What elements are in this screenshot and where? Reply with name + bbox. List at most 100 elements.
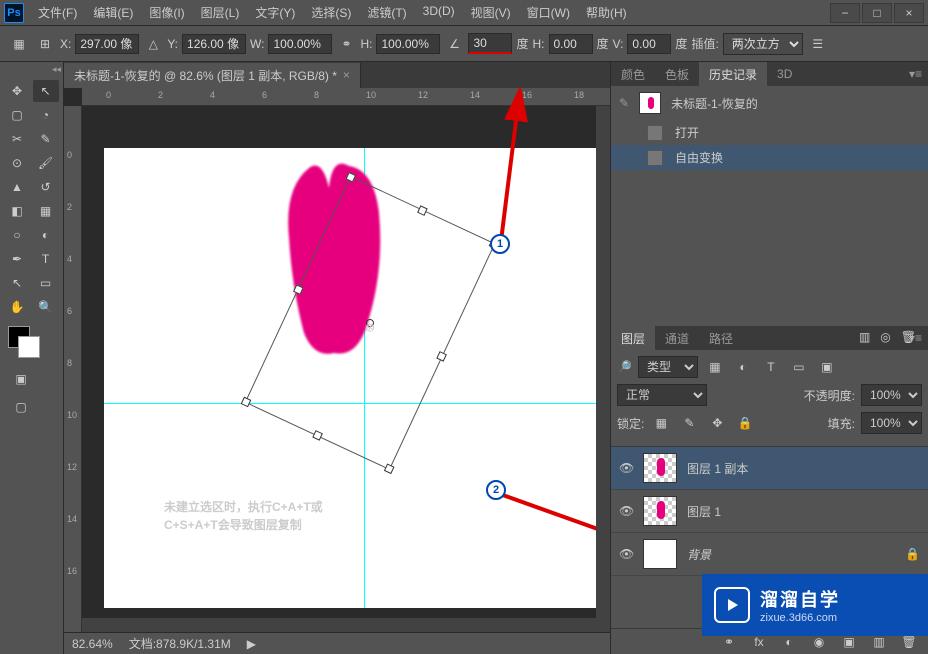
visibility-icon[interactable]: 👁 bbox=[619, 461, 633, 475]
panel-tab[interactable]: 3D bbox=[767, 63, 802, 85]
menu-v[interactable]: 视图(V) bbox=[463, 0, 519, 25]
delete-state-icon[interactable]: 🗑 bbox=[901, 330, 916, 344]
canvas[interactable]: ⊕ 未建立选区时，执行C+A+T或 C+S+A+T会导致图层复制 bbox=[104, 148, 604, 608]
layer-row[interactable]: 👁图层 1 副本 bbox=[611, 447, 928, 490]
healing-brush-tool[interactable]: ⊙ bbox=[4, 152, 30, 174]
menu-i[interactable]: 图像(I) bbox=[141, 0, 192, 25]
layer-row[interactable]: 👁背景🔒 bbox=[611, 533, 928, 576]
interp-select[interactable]: 两次立方 bbox=[723, 33, 803, 55]
filter-pixel-icon[interactable]: ▦ bbox=[704, 356, 726, 378]
history-brush-tool[interactable]: ↺ bbox=[33, 176, 59, 198]
handle-center[interactable]: ⊕ bbox=[365, 318, 376, 329]
menu-s[interactable]: 选择(S) bbox=[303, 0, 359, 25]
fill-select[interactable]: 100% bbox=[861, 412, 922, 434]
menu-y[interactable]: 文字(Y) bbox=[247, 0, 303, 25]
panel-tab[interactable]: 历史记录 bbox=[699, 62, 767, 87]
lock-transparent-icon[interactable]: ▦ bbox=[650, 412, 672, 434]
lock-position-icon[interactable]: ✥ bbox=[706, 412, 728, 434]
handle-se[interactable] bbox=[384, 463, 395, 474]
history-brush-icon[interactable]: ✎ bbox=[619, 96, 629, 110]
screen-mode-icon[interactable]: ▢ bbox=[8, 396, 34, 418]
dodge-tool[interactable]: ◐ bbox=[33, 224, 59, 246]
status-arrow-icon[interactable]: ▶ bbox=[247, 637, 256, 651]
filter-kind-select[interactable]: 类型 bbox=[638, 356, 698, 378]
filter-smart-icon[interactable]: ▣ bbox=[816, 356, 838, 378]
marquee-tool[interactable]: ▢ bbox=[4, 104, 30, 126]
path-selection-tool[interactable]: ↖ bbox=[4, 272, 30, 294]
type-tool[interactable]: T bbox=[33, 248, 59, 270]
eyedropper-tool[interactable]: ✎ bbox=[33, 128, 59, 150]
filter-type-icon[interactable]: T bbox=[760, 356, 782, 378]
gradient-tool[interactable]: ▦ bbox=[33, 200, 59, 222]
menu-h[interactable]: 帮助(H) bbox=[578, 0, 635, 25]
panel-tab[interactable]: 色板 bbox=[655, 62, 699, 87]
menu-e[interactable]: 编辑(E) bbox=[85, 0, 141, 25]
move-tool-active[interactable]: ↖ bbox=[33, 80, 59, 102]
lock-all-icon[interactable]: 🔒 bbox=[734, 412, 756, 434]
skew-v-input[interactable] bbox=[627, 34, 671, 54]
zoom-tool[interactable]: 🔍 bbox=[33, 296, 59, 318]
minimize-button[interactable]: − bbox=[830, 3, 860, 23]
panel-tab[interactable]: 图层 bbox=[611, 326, 655, 351]
lock-pixels-icon[interactable]: ✎ bbox=[678, 412, 700, 434]
scrollbar-horizontal[interactable] bbox=[82, 618, 596, 632]
filter-adjust-icon[interactable]: ◐ bbox=[732, 356, 754, 378]
color-swatches[interactable] bbox=[4, 326, 59, 362]
menu-f[interactable]: 文件(F) bbox=[30, 0, 85, 25]
handle-e[interactable] bbox=[436, 351, 447, 362]
panel-menu-icon[interactable]: ▾≡ bbox=[903, 65, 928, 83]
close-button[interactable]: × bbox=[894, 3, 924, 23]
scrollbar-vertical[interactable] bbox=[596, 106, 610, 632]
visibility-icon[interactable]: 👁 bbox=[619, 504, 633, 518]
warp-mode-icon[interactable]: ☰ bbox=[807, 33, 829, 55]
maximize-button[interactable]: □ bbox=[862, 3, 892, 23]
handle-s[interactable] bbox=[312, 430, 323, 441]
skew-h-input[interactable] bbox=[549, 34, 593, 54]
visibility-icon[interactable]: 👁 bbox=[619, 547, 633, 561]
history-item[interactable]: 打开 bbox=[611, 120, 928, 145]
tab-close-icon[interactable]: × bbox=[343, 68, 350, 82]
history-snapshot-thumb[interactable] bbox=[639, 92, 661, 114]
menu-t[interactable]: 滤镜(T) bbox=[359, 0, 414, 25]
lock-icon: 🔒 bbox=[905, 547, 920, 561]
new-doc-from-state-icon[interactable]: ◎ bbox=[880, 330, 890, 344]
shape-tool[interactable]: ▭ bbox=[33, 272, 59, 294]
pen-tool[interactable]: ✒ bbox=[4, 248, 30, 270]
h-input[interactable] bbox=[376, 34, 440, 54]
brush-tool[interactable]: 🖌 bbox=[33, 152, 59, 174]
menu-l[interactable]: 图层(L) bbox=[193, 0, 248, 25]
filter-icon[interactable]: 🔎 bbox=[617, 360, 632, 374]
new-snapshot-icon[interactable]: ▥ bbox=[859, 330, 870, 344]
panel-tab[interactable]: 颜色 bbox=[611, 62, 655, 87]
link-wh-icon[interactable]: ⚭ bbox=[336, 34, 356, 54]
filter-shape-icon[interactable]: ▭ bbox=[788, 356, 810, 378]
opacity-select[interactable]: 100% bbox=[861, 384, 922, 406]
move-tool[interactable]: ✥ bbox=[4, 80, 30, 102]
y-input[interactable] bbox=[182, 34, 246, 54]
eraser-tool[interactable]: ◧ bbox=[4, 200, 30, 222]
handle-n[interactable] bbox=[417, 205, 428, 216]
zoom-display[interactable]: 82.64% bbox=[72, 637, 113, 651]
blur-tool[interactable]: ○ bbox=[4, 224, 30, 246]
x-input[interactable] bbox=[75, 34, 139, 54]
angle-input[interactable] bbox=[468, 33, 512, 54]
menu-w[interactable]: 窗口(W) bbox=[519, 0, 578, 25]
reference-point-icon[interactable]: ⊞ bbox=[34, 33, 56, 55]
crop-tool[interactable]: ✂ bbox=[4, 128, 30, 150]
blend-mode-select[interactable]: 正常 bbox=[617, 384, 707, 406]
panel-tab[interactable]: 通道 bbox=[655, 326, 699, 351]
w-input[interactable] bbox=[268, 34, 332, 54]
tools-collapse-icon[interactable]: ◂◂ bbox=[52, 64, 61, 75]
menu-dd[interactable]: 3D(D) bbox=[415, 0, 463, 25]
layer-row[interactable]: 👁图层 1 bbox=[611, 490, 928, 533]
lasso-tool[interactable]: ◔ bbox=[33, 104, 59, 126]
handle-sw[interactable] bbox=[241, 397, 252, 408]
document-tab[interactable]: 未标题-1-恢复的 @ 82.6% (图层 1 副本, RGB/8) * × bbox=[64, 63, 361, 88]
handle-w[interactable] bbox=[293, 284, 304, 295]
quick-mask-icon[interactable]: ▣ bbox=[8, 368, 34, 390]
background-color-swatch[interactable] bbox=[18, 336, 40, 358]
stamp-tool[interactable]: ▲ bbox=[4, 176, 30, 198]
panel-tab[interactable]: 路径 bbox=[699, 326, 743, 351]
hand-tool[interactable]: ✋ bbox=[4, 296, 30, 318]
history-item[interactable]: 自由变换 bbox=[611, 145, 928, 170]
